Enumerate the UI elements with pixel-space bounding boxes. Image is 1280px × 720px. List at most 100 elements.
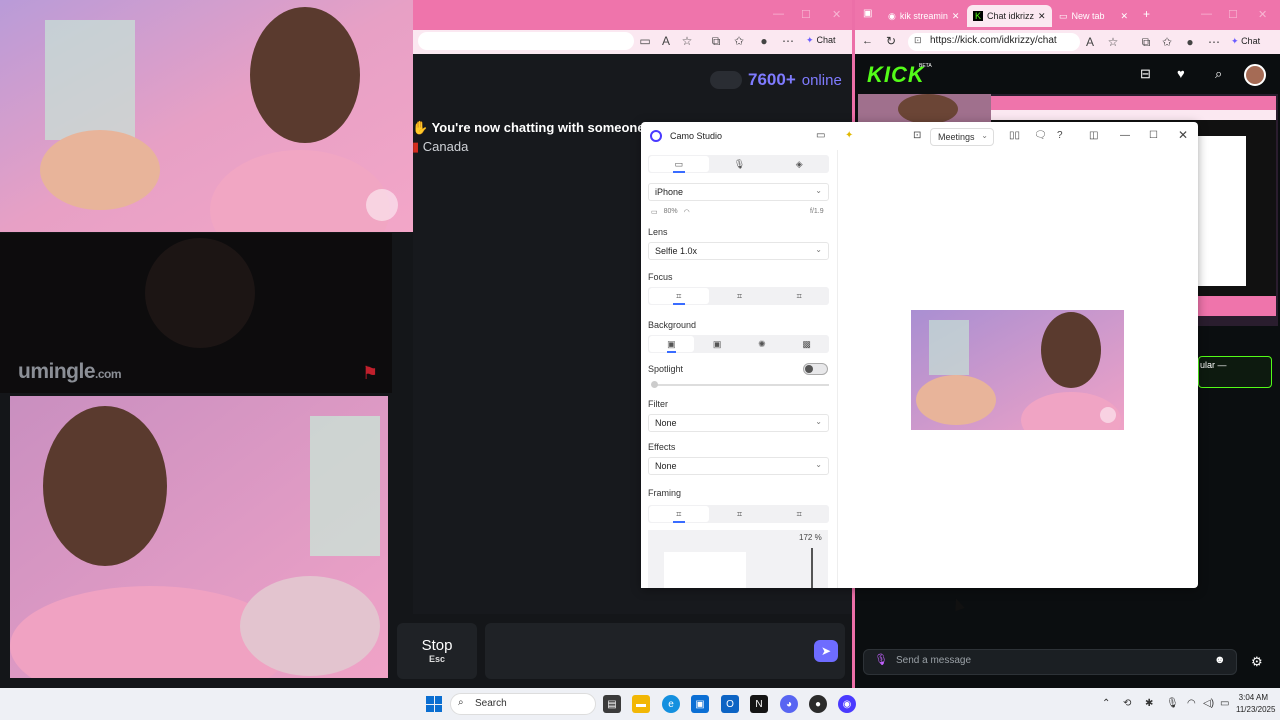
sparkle-icon[interactable]: ✦ — [845, 130, 853, 141]
spotlight-slider-thumb[interactable] — [651, 381, 658, 388]
wifi-icon[interactable]: ◠ — [1187, 698, 1196, 709]
volume-icon[interactable]: ◁) — [1203, 698, 1214, 709]
back-icon[interactable]: ← — [862, 35, 873, 47]
more-icon[interactable]: ⋯ — [1206, 34, 1222, 50]
mic-icon[interactable]: 🎙 — [874, 653, 888, 666]
zoom-slider[interactable] — [811, 548, 813, 588]
audio-tab-icon[interactable]: 🎙 — [710, 155, 770, 173]
filter-select[interactable]: None ⌄ — [648, 414, 829, 432]
minimize-icon[interactable]: — — [773, 8, 784, 20]
camera-icon[interactable]: ▭ — [637, 33, 653, 49]
tab-close-icon[interactable]: ✕ — [1038, 11, 1046, 22]
spotlight-slider[interactable] — [652, 384, 829, 386]
maximize-icon[interactable]: ☐ — [1228, 8, 1238, 21]
minimize-icon[interactable]: — — [1120, 130, 1130, 141]
stop-button[interactable]: Stop Esc — [397, 623, 477, 679]
bg-blur-icon[interactable]: ▣ — [695, 335, 740, 353]
tab-chat-idkrizzy[interactable]: K Chat idkrizz ✕ — [967, 5, 1052, 27]
following-heart-icon[interactable]: ♥ — [1177, 66, 1185, 81]
taskbar-search[interactable]: Search — [450, 693, 596, 715]
maximize-icon[interactable]: ☐ — [1149, 130, 1158, 141]
notifications-icon[interactable]: 🗨 — [1034, 130, 1047, 141]
favorite-icon[interactable]: ☆ — [1105, 34, 1121, 50]
lens-select[interactable]: Selfie 1.0x ⌄ — [648, 242, 829, 260]
focus-auto-icon[interactable]: ⌗ — [649, 288, 709, 305]
extensions-icon[interactable]: ⧉ — [1138, 34, 1154, 50]
device-select[interactable]: iPhone ⌄ — [648, 183, 829, 201]
url-field[interactable]: ⊡ https://kick.com/idkrizzy/chat — [908, 33, 1080, 51]
file-explorer-icon[interactable]: ▬ — [632, 695, 650, 713]
tab-actions-icon[interactable]: ▣ — [863, 8, 872, 19]
favorite-icon[interactable]: ☆ — [679, 33, 695, 49]
framing-center-icon[interactable]: ⌗ — [710, 505, 770, 523]
show-hidden-icons-icon[interactable]: ⌃ — [1102, 698, 1110, 709]
battery-icon[interactable]: ▭ — [1220, 698, 1229, 709]
profile-icon[interactable]: ● — [1182, 34, 1198, 50]
help-icon[interactable]: ? — [1057, 130, 1063, 141]
filter-label: Filter — [648, 399, 668, 409]
left-url-field[interactable] — [418, 32, 634, 50]
close-icon[interactable]: ✕ — [832, 8, 841, 21]
framing-auto-icon[interactable]: ⌗ — [769, 505, 829, 523]
browse-icon[interactable]: ⊟ — [1140, 66, 1151, 82]
windows-start-icon[interactable] — [426, 696, 442, 712]
layers-tab-icon[interactable]: ◈ — [769, 155, 829, 173]
kick-logo[interactable]: KICK — [867, 62, 925, 88]
system-message-text: You're now chatting with someone r — [431, 120, 654, 135]
bg-replace-icon[interactable]: ▩ — [784, 335, 829, 353]
favorites-icon[interactable]: ✩ — [1159, 34, 1175, 50]
effects-select[interactable]: None ⌄ — [648, 457, 829, 475]
outlook-icon[interactable]: O — [721, 695, 739, 713]
focus-manual-icon[interactable]: ⌗ — [769, 287, 829, 305]
copilot-chat-button[interactable]: ✦ Chat — [1231, 36, 1260, 47]
netflix-icon[interactable]: N — [750, 695, 768, 713]
maximize-icon[interactable]: ☐ — [801, 8, 811, 21]
tab-new-tab[interactable]: ▭ New tab ✕ — [1053, 5, 1134, 27]
panel-icon[interactable]: ◫ — [1089, 130, 1098, 141]
profile-icon[interactable]: ● — [756, 33, 772, 49]
message-input[interactable] — [485, 623, 845, 679]
report-flag-icon[interactable]: ⚑ — [362, 364, 382, 382]
bg-effect-icon[interactable]: ✺ — [740, 335, 785, 353]
read-aloud-icon[interactable]: A — [658, 33, 674, 49]
camo-app-icon[interactable]: ◉ — [838, 695, 856, 713]
read-aloud-icon[interactable]: A — [1082, 34, 1098, 50]
meetings-dropdown[interactable]: Meetings ⌄ — [930, 128, 994, 146]
zoom-frame[interactable] — [664, 552, 746, 588]
favorites-icon[interactable]: ✩ — [731, 33, 747, 49]
extensions-icon[interactable]: ⧉ — [708, 33, 724, 49]
online-toggle[interactable] — [710, 71, 742, 89]
bg-none-icon[interactable]: ▣ — [649, 336, 694, 353]
close-icon[interactable]: ✕ — [1178, 128, 1188, 142]
tab-close-icon[interactable]: ✕ — [1121, 11, 1129, 22]
copilot-chat-button[interactable]: ✦ Chat — [806, 35, 836, 46]
new-tab-icon[interactable]: + — [1143, 7, 1150, 21]
video-tab-icon[interactable]: ▭ — [649, 156, 709, 173]
tab-kik-streaming[interactable]: ◉ kik streamin ✕ — [882, 5, 965, 27]
close-icon[interactable]: ✕ — [1258, 8, 1267, 21]
bluetooth-icon[interactable]: ✱ — [1145, 698, 1153, 709]
refresh-icon[interactable]: ↻ — [886, 34, 896, 48]
focus-face-icon[interactable]: ⌗ — [710, 287, 770, 305]
more-icon[interactable]: ⋯ — [780, 33, 796, 49]
settings-gear-icon[interactable]: ⚙ — [1251, 654, 1263, 670]
edge-icon[interactable]: e — [662, 695, 680, 713]
framing-manual-icon[interactable]: ⌗ — [649, 506, 709, 523]
store-icon[interactable]: ▣ — [691, 695, 709, 713]
search-icon[interactable]: ⌕ — [1215, 66, 1222, 82]
sync-icon[interactable]: ⟲ — [1123, 698, 1131, 709]
sidebar-toggle-icon[interactable]: ▭ — [816, 130, 825, 141]
task-view-icon[interactable]: ▤ — [603, 695, 621, 713]
tab-close-icon[interactable]: ✕ — [952, 11, 960, 22]
send-button[interactable]: ➤ — [814, 640, 838, 662]
discord-icon[interactable]: ◕ — [780, 695, 798, 713]
system-clock[interactable]: 3:04 AM 11/23/2025 — [1236, 692, 1275, 716]
game-app-icon[interactable]: ● — [809, 695, 827, 713]
avatar[interactable] — [1244, 64, 1266, 86]
microphone-icon[interactable]: 🎙 — [1166, 698, 1179, 709]
site-info-icon[interactable]: ⊡ — [914, 35, 922, 46]
online-badge: 7600+ online — [710, 69, 842, 91]
minimize-icon[interactable]: — — [1201, 8, 1212, 20]
layout-icon[interactable]: ▯▯ — [1009, 130, 1020, 141]
emoji-icon[interactable]: ☻ — [1214, 654, 1226, 666]
